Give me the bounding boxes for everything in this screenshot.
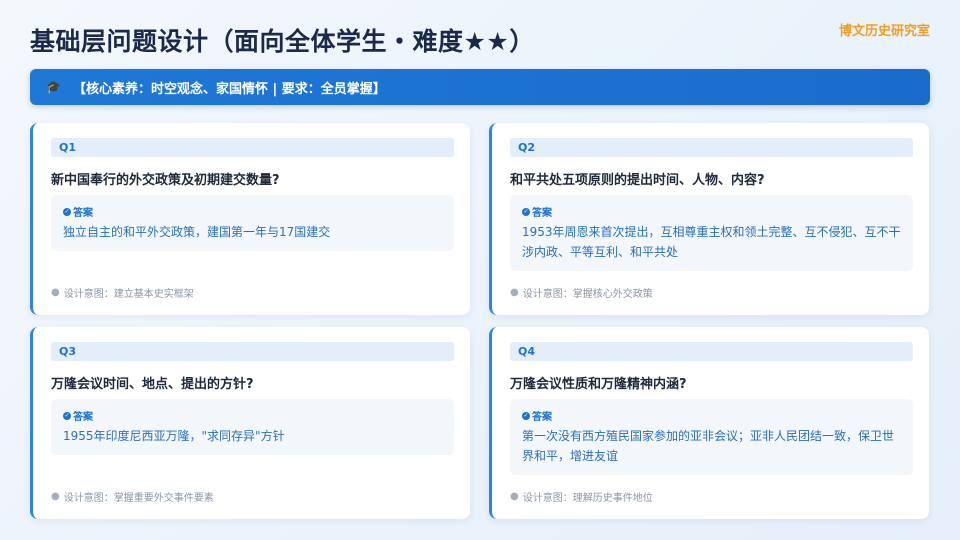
design-intent: ● 设计意图：掌握核心外交政策 (510, 285, 653, 300)
answer-text: 独立自主的和平外交政策，建国第一年与17国建交 (63, 225, 331, 239)
lightbulb-icon: ● (510, 287, 519, 298)
check-circle-icon: ✓ (522, 207, 530, 216)
design-intent-text: 设计意图：理解历史事件地位 (522, 493, 653, 504)
banner-text: 【核心素养：时空观念、家国情怀 | 要求：全员掌握】 (72, 81, 386, 97)
check-circle-icon: ✓ (63, 411, 71, 420)
check-circle-icon: ✓ (63, 207, 71, 216)
question-tag: Q4 (510, 342, 913, 361)
question-card-q2: Q2 和平共处五项原则的提出时间、人物、内容? ✓ 答案 1953年周恩来首次提出… (489, 123, 929, 315)
answer-text: 第一次没有西方殖民国家参加的亚非会议；亚非人民团结一致，保卫世界和平，增进友谊 (522, 429, 895, 463)
answer-label: ✓ 答案 (522, 204, 901, 219)
design-intent-text: 设计意图：建立基本史实框架 (63, 289, 194, 300)
answer-label: ✓ 答案 (63, 408, 442, 423)
answer-box: ✓ 答案 1953年周恩来首次提出，互相尊重主权和领土完整、互不侵犯、互不干涉内政… (510, 195, 913, 271)
page-title: 基础层问题设计（面向全体学生・难度★★） (30, 27, 535, 56)
question-tag: Q2 (510, 138, 913, 157)
answer-label: ✓ 答案 (522, 408, 901, 423)
answer-box: ✓ 答案 独立自主的和平外交政策，建国第一年与17国建交 (51, 195, 454, 251)
answer-label-text: 答案 (532, 412, 552, 423)
answer-box: ✓ 答案 第一次没有西方殖民国家参加的亚非会议；亚非人民团结一致，保卫世界和平，增… (510, 399, 913, 475)
design-intent: ● 设计意图：建立基本史实框架 (51, 285, 194, 300)
question-card-q1: Q1 新中国奉行的外交政策及初期建交数量? ✓ 答案 独立自主的和平外交政策，建国… (30, 123, 470, 315)
check-circle-icon: ✓ (522, 411, 530, 420)
question-card-q3: Q3 万隆会议时间、地点、提出的方针? ✓ 答案 1955年印度尼西亚万隆，"求同… (30, 327, 470, 519)
core-literacy-banner: 🎓 【核心素养：时空观念、家国情怀 | 要求：全员掌握】 (30, 69, 930, 105)
lightbulb-icon: ● (51, 491, 60, 502)
answer-box: ✓ 答案 1955年印度尼西亚万隆，"求同存异"方针 (51, 399, 454, 455)
question-text: 和平共处五项原则的提出时间、人物、内容? (510, 173, 765, 188)
lightbulb-icon: ● (510, 491, 519, 502)
question-text: 万隆会议时间、地点、提出的方针? (51, 377, 254, 392)
question-text: 万隆会议性质和万隆精神内涵? (510, 377, 687, 392)
lightbulb-icon: ● (51, 287, 60, 298)
question-card-q4: Q4 万隆会议性质和万隆精神内涵? ✓ 答案 第一次没有西方殖民国家参加的亚非会议… (489, 327, 929, 519)
answer-text: 1955年印度尼西亚万隆，"求同存异"方针 (63, 429, 285, 443)
answer-label: ✓ 答案 (63, 204, 442, 219)
design-intent-text: 设计意图：掌握核心外交政策 (522, 289, 653, 300)
question-tag: Q1 (51, 138, 454, 157)
design-intent: ● 设计意图：掌握重要外交事件要素 (51, 489, 214, 504)
answer-label-text: 答案 (73, 412, 93, 423)
question-tag: Q3 (51, 342, 454, 361)
answer-label-text: 答案 (532, 208, 552, 219)
design-intent: ● 设计意图：理解历史事件地位 (510, 489, 653, 504)
answer-label-text: 答案 (73, 208, 93, 219)
answer-text: 1953年周恩来首次提出，互相尊重主权和领土完整、互不侵犯、互不干涉内政、平等互… (522, 225, 901, 259)
brand-label: 博文历史研究室 (838, 24, 930, 39)
graduation-cap-icon: 🎓 (46, 80, 61, 94)
design-intent-text: 设计意图：掌握重要外交事件要素 (63, 493, 214, 504)
question-text: 新中国奉行的外交政策及初期建交数量? (51, 173, 280, 188)
